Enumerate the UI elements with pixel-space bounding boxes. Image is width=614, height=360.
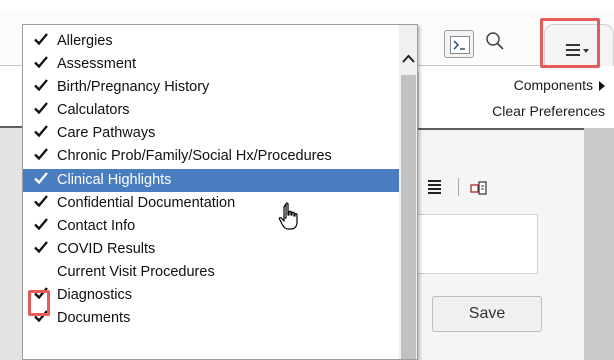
list-item[interactable]: Diagnostics [23,284,399,307]
list-item-label: Contact Info [57,217,136,234]
submenu-item-components[interactable]: Components [419,74,614,96]
list-item-label: Birth/Pregnancy History [57,79,210,96]
list-item[interactable]: Chronic Prob/Family/Social Hx/Procedures [23,145,399,168]
menu-callout-box [540,18,600,68]
list-item-label: COVID Results [57,240,156,257]
toolbar-divider [458,178,459,196]
editor-scrollbar[interactable] [584,128,614,360]
list-item[interactable]: Birth/Pregnancy History [23,76,399,99]
list-item[interactable]: Contact Info [23,215,399,238]
scroll-up-icon[interactable] [401,53,416,65]
list-item-label: Documents [57,310,131,327]
list-item-label: Chronic Prob/Family/Social Hx/Procedures [57,148,332,165]
left-panel-edge [0,126,22,360]
checkmark-icon [33,100,49,115]
checkmark-icon [33,54,49,69]
list-item-label: Clinical Highlights [57,171,172,188]
submenu-item-clear-preferences[interactable]: Clear Preferences [419,100,614,122]
list-item[interactable]: Allergies [23,30,399,53]
checkmark-icon [33,216,49,230]
components-dropdown: Allergies Assessment Birth/Pregnancy Histo… [22,24,418,360]
list-item[interactable]: Clinical Highlights [23,168,399,192]
checkmark-icon [33,123,49,138]
chevron-right-icon [599,81,605,92]
search-icon [486,32,504,50]
list-item[interactable]: Current Visit Procedures [23,261,399,284]
components-list: Allergies Assessment Birth/Pregnancy Histo… [23,30,399,330]
list-item-label: Care Pathways [57,125,156,142]
terminal-button[interactable] [444,30,474,58]
list-item-label: Allergies [57,33,113,49]
checkmark-icon [33,146,49,161]
checkmark-icon [33,31,49,46]
checkmark-icon [33,239,49,254]
list-item-label: Current Visit Procedures [57,263,215,280]
list-item-label: Calculators [57,102,130,119]
unchecked-callout-box [28,290,50,316]
terminal-icon [450,36,470,54]
format-toolbar [418,178,558,198]
align-icon[interactable] [428,180,441,196]
checkmark-icon [33,77,49,92]
options-submenu: Components Clear Preferences [418,72,614,128]
list-item-label: Assessment [57,56,136,73]
list-item[interactable]: Documents [23,307,399,330]
list-item[interactable]: Confidential Documentation [23,192,399,215]
list-item[interactable]: Assessment [23,53,399,76]
scroll-thumb[interactable] [401,75,416,359]
list-item-label: Diagnostics [57,287,132,304]
search-button[interactable] [484,30,510,58]
checkmark-icon [33,193,49,207]
paste-icon[interactable] [470,180,488,196]
checkmark-icon [33,170,49,184]
list-item[interactable]: Care Pathways [23,122,399,145]
list-item[interactable]: Calculators [23,99,399,122]
note-text-area[interactable] [418,214,538,274]
save-button[interactable]: Save [432,296,542,332]
list-item-label: Confidential Documentation [57,194,236,211]
hand-pointer-icon [278,202,298,230]
list-item[interactable]: COVID Results [23,238,399,261]
